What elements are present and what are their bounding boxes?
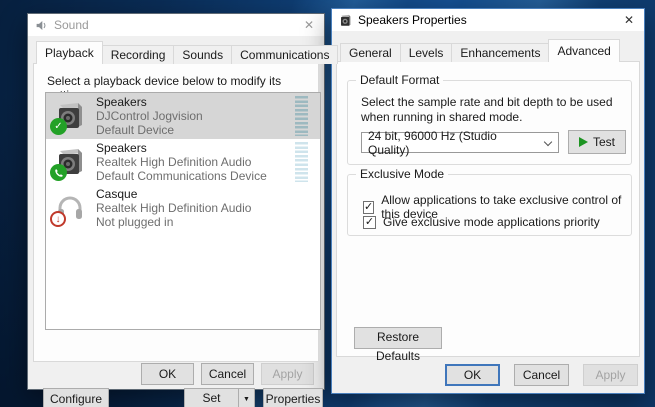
exclusive-control-checkbox[interactable]: ✓ <box>363 201 374 214</box>
communications-phone-icon <box>50 164 67 181</box>
device-name: Speakers <box>96 95 203 109</box>
sound-titlebar: Sound ✕ <box>28 14 324 36</box>
tab-enhancements[interactable]: Enhancements <box>451 43 549 62</box>
sound-close-icon[interactable]: ✕ <box>294 14 324 36</box>
default-format-group: Default Format Select the sample rate an… <box>347 80 632 165</box>
configure-button[interactable]: Configure <box>43 388 109 407</box>
exclusive-mode-label: Exclusive Mode <box>356 167 448 181</box>
default-format-description: Select the sample rate and bit depth to … <box>361 95 633 125</box>
volume-meter <box>295 142 308 182</box>
speakers-properties-dialog: Speakers Properties ✕ General Levels Enh… <box>331 8 645 394</box>
playback-tabpage: Select a playback device below to modify… <box>33 63 319 362</box>
set-default-button[interactable]: Set Default <box>184 388 239 407</box>
tab-advanced[interactable]: Advanced <box>548 39 619 62</box>
sample-rate-value: 24 bit, 96000 Hz (Studio Quality) <box>368 129 536 157</box>
sample-rate-dropdown[interactable]: 24 bit, 96000 Hz (Studio Quality) <box>361 132 559 153</box>
playback-device-list: ✓ Speakers DJControl Jogvision Default D… <box>45 92 321 330</box>
exclusive-priority-checkrow: ✓ Give exclusive mode applications prior… <box>363 215 600 229</box>
device-name: Speakers <box>96 141 267 155</box>
cancel-button[interactable]: Cancel <box>514 364 569 386</box>
default-format-label: Default Format <box>356 73 443 87</box>
tab-levels[interactable]: Levels <box>400 43 453 62</box>
tab-playback[interactable]: Playback <box>36 41 103 64</box>
sound-footer: OK Cancel Apply <box>28 362 324 389</box>
tab-general[interactable]: General <box>340 43 401 62</box>
exclusive-priority-checkbox[interactable]: ✓ <box>363 216 376 229</box>
not-plugged-in-icon: ↓ <box>50 211 66 227</box>
properties-button[interactable]: Properties <box>263 388 323 407</box>
restore-defaults-button[interactable]: Restore Defaults <box>354 327 442 349</box>
device-description: DJControl Jogvision <box>96 109 203 123</box>
test-button[interactable]: Test <box>568 130 626 154</box>
exclusive-priority-label: Give exclusive mode applications priorit… <box>383 215 600 229</box>
cancel-button[interactable]: Cancel <box>201 363 254 385</box>
advanced-tabpage: Default Format Select the sample rate an… <box>336 61 640 357</box>
sound-window-title: Sound <box>54 18 89 32</box>
tab-recording[interactable]: Recording <box>102 45 175 64</box>
ok-button[interactable]: OK <box>141 363 194 385</box>
properties-titlebar: Speakers Properties ✕ <box>332 9 644 31</box>
device-status: Not plugged in <box>96 215 251 229</box>
device-status: Default Communications Device <box>96 169 267 183</box>
speaker-device-icon: ✓ <box>54 100 86 132</box>
test-button-label: Test <box>593 133 615 152</box>
sound-tabstrip: Playback Recording Sounds Communications <box>36 41 337 64</box>
device-description: Realtek High Definition Audio <box>96 155 267 169</box>
headphones-device-icon: ↓ <box>54 192 86 224</box>
ok-button[interactable]: OK <box>445 364 500 386</box>
desktop-wallpaper: Sound ✕ Playback Recording Sounds Commun… <box>0 0 655 407</box>
default-device-check-icon: ✓ <box>50 118 67 135</box>
set-default-menu-arrow-icon[interactable]: ▼ <box>238 388 255 407</box>
device-row-speakers-realtek[interactable]: Speakers Realtek High Definition Audio D… <box>46 139 320 185</box>
speakers-app-icon <box>339 14 352 27</box>
device-row-casque[interactable]: ↓ Casque Realtek High Definition Audio N… <box>46 185 320 231</box>
tab-sounds[interactable]: Sounds <box>173 45 232 64</box>
apply-button[interactable]: Apply <box>583 364 638 386</box>
properties-tabstrip: General Levels Enhancements Advanced <box>340 39 619 62</box>
sound-app-icon <box>35 19 48 32</box>
device-description: Realtek High Definition Audio <box>96 201 251 215</box>
device-row-speakers-djcontrol[interactable]: ✓ Speakers DJControl Jogvision Default D… <box>46 93 320 139</box>
properties-window-title: Speakers Properties <box>358 13 467 27</box>
sound-dialog: Sound ✕ Playback Recording Sounds Commun… <box>27 13 325 390</box>
properties-close-icon[interactable]: ✕ <box>614 9 644 31</box>
speaker-device-icon <box>54 146 86 178</box>
play-icon <box>579 137 588 147</box>
device-status: Default Device <box>96 123 203 137</box>
volume-meter <box>295 96 308 136</box>
chevron-down-icon <box>544 138 552 146</box>
device-name: Casque <box>96 187 251 201</box>
exclusive-mode-group: Exclusive Mode ✓ Allow applications to t… <box>347 174 632 236</box>
tab-communications[interactable]: Communications <box>231 45 338 64</box>
apply-button[interactable]: Apply <box>261 363 314 385</box>
